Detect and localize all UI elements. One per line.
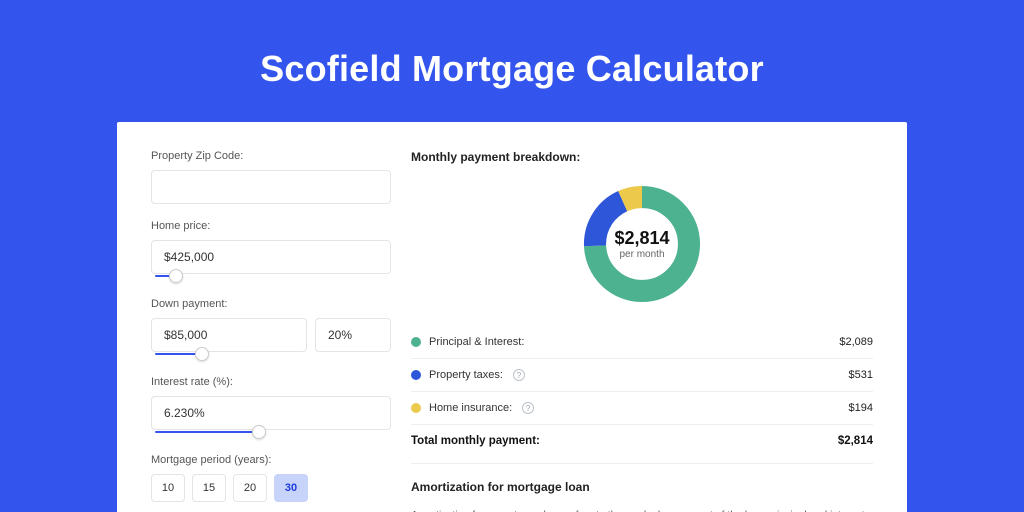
down-payment-label: Down payment: [151, 298, 391, 310]
period-options: 10152030 [151, 474, 391, 502]
down-payment-field-group: Down payment: [151, 298, 391, 360]
legend-value: $2,089 [839, 336, 873, 348]
amortization-block: Amortization for mortgage loan Amortizat… [411, 463, 873, 512]
legend: Principal & Interest: $2,089 Property taxe… [411, 326, 873, 424]
zip-label: Property Zip Code: [151, 150, 391, 162]
info-icon[interactable]: ? [522, 402, 534, 414]
interest-input[interactable] [151, 396, 391, 430]
total-label: Total monthly payment: [411, 435, 540, 447]
interest-slider[interactable] [155, 428, 387, 438]
legend-value: $531 [849, 369, 873, 381]
home-price-slider[interactable] [155, 272, 387, 282]
inputs-column: Property Zip Code: Home price: Down paym… [151, 150, 391, 512]
breakdown-title: Monthly payment breakdown: [411, 150, 873, 164]
zip-field-group: Property Zip Code: [151, 150, 391, 204]
legend-label: Home insurance: [429, 402, 512, 414]
calculator-card: Property Zip Code: Home price: Down paym… [117, 122, 907, 512]
down-payment-pct-input[interactable] [315, 318, 391, 352]
legend-label: Property taxes: [429, 369, 503, 381]
interest-field-group: Interest rate (%): [151, 376, 391, 438]
period-option-10[interactable]: 10 [151, 474, 185, 502]
page-title: Scofield Mortgage Calculator [0, 0, 1024, 122]
zip-input[interactable] [151, 170, 391, 204]
legend-value: $194 [849, 402, 873, 414]
info-icon[interactable]: ? [513, 369, 525, 381]
period-field-group: Mortgage period (years): 10152030 [151, 454, 391, 502]
legend-row-home_insurance: Home insurance:? $194 [411, 391, 873, 424]
legend-row-property_taxes: Property taxes:? $531 [411, 358, 873, 391]
donut-chart: $2,814 per month [580, 182, 704, 306]
total-value: $2,814 [838, 435, 873, 447]
total-row: Total monthly payment: $2,814 [411, 424, 873, 463]
down-payment-amount-input[interactable] [151, 318, 307, 352]
amortization-title: Amortization for mortgage loan [411, 480, 873, 494]
legend-dot-icon [411, 403, 421, 413]
legend-dot-icon [411, 370, 421, 380]
donut-amount: $2,814 [614, 228, 669, 249]
legend-dot-icon [411, 337, 421, 347]
period-option-20[interactable]: 20 [233, 474, 267, 502]
amortization-body: Amortization for a mortgage loan refers … [411, 508, 873, 512]
period-label: Mortgage period (years): [151, 454, 391, 466]
home-price-field-group: Home price: [151, 220, 391, 282]
donut-sub: per month [619, 249, 664, 260]
period-option-30[interactable]: 30 [274, 474, 308, 502]
home-price-input[interactable] [151, 240, 391, 274]
period-option-15[interactable]: 15 [192, 474, 226, 502]
breakdown-column: Monthly payment breakdown: $2,814 per mo… [411, 150, 873, 512]
interest-label: Interest rate (%): [151, 376, 391, 388]
legend-row-principal_interest: Principal & Interest: $2,089 [411, 326, 873, 358]
down-payment-slider[interactable] [155, 350, 311, 360]
legend-label: Principal & Interest: [429, 336, 524, 348]
donut-chart-wrap: $2,814 per month [411, 178, 873, 326]
home-price-label: Home price: [151, 220, 391, 232]
